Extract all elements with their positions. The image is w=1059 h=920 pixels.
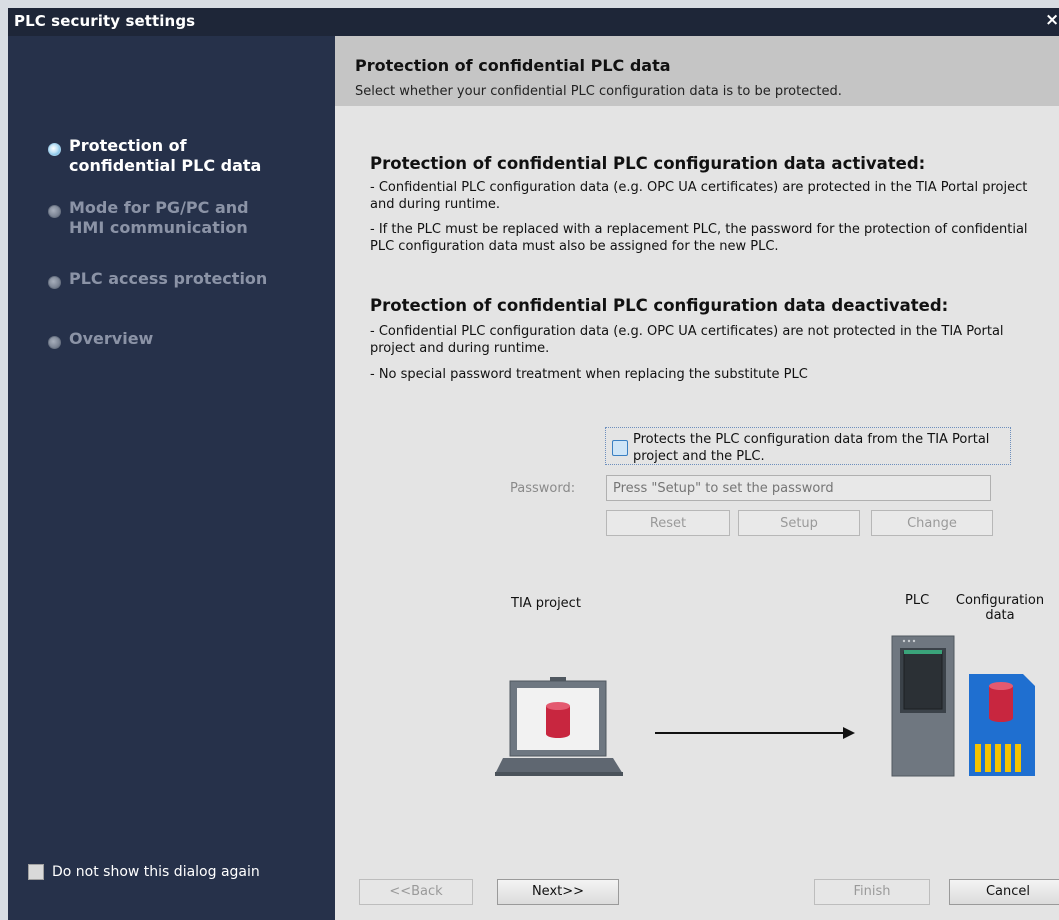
activated-text-2: - If the PLC must be replaced with a rep… (370, 222, 1028, 254)
dialog-title: PLC security settings (14, 12, 196, 30)
close-icon[interactable]: × (1045, 10, 1059, 34)
wizard-sidebar: Protection of confidential PLC data Mode… (8, 36, 335, 920)
sidebar-item-access-protection[interactable]: PLC access protection (48, 269, 289, 289)
page-header: Protection of confidential PLC data Sele… (335, 36, 1059, 106)
sidebar-item-label: Protection of confidential PLC data (69, 136, 262, 175)
finish-button[interactable]: Finish (814, 879, 930, 905)
plc-icon (891, 635, 955, 777)
change-button[interactable]: Change (871, 510, 993, 536)
plc-security-dialog: PLC security settings × Protection of co… (8, 8, 1059, 920)
deactivated-text-1: - Confidential PLC configuration data (e… (370, 324, 1004, 356)
reset-button[interactable]: Reset (606, 510, 730, 536)
deactivated-title: Protection of confidential PLC configura… (370, 296, 949, 315)
page-subtitle: Select whether your confidential PLC con… (355, 84, 842, 99)
sidebar-item-communication-mode[interactable]: Mode for PG/PC and HMI communication (48, 198, 289, 238)
activated-text-1: - Confidential PLC configuration data (e… (370, 180, 1028, 212)
content-pane: Protection of confidential PLC data Sele… (335, 36, 1059, 920)
next-button[interactable]: Next>> (497, 879, 619, 905)
sidebar-item-label: Overview (69, 329, 154, 348)
activated-title: Protection of confidential PLC configura… (370, 154, 926, 173)
configuration-data-label: Configuration data (955, 593, 1045, 623)
memory-card-icon (969, 674, 1035, 776)
step-active-icon (48, 143, 61, 156)
title-bar: PLC security settings × (8, 8, 1059, 36)
deactivated-text-2: - No special password treatment when rep… (370, 367, 808, 382)
protect-label: Protects the PLC configuration data from… (633, 432, 990, 464)
database-icon (546, 702, 570, 738)
step-inactive-icon (48, 336, 61, 349)
password-label: Password: (510, 481, 576, 496)
checkbox-box[interactable] (28, 864, 44, 880)
dont-show-again-label: Do not show this dialog again (52, 864, 260, 880)
setup-button[interactable]: Setup (738, 510, 860, 536)
sidebar-item-label: PLC access protection (69, 269, 268, 288)
sidebar-item-label: Mode for PG/PC and HMI communication (69, 198, 249, 237)
dont-show-again-checkbox[interactable]: Do not show this dialog again (28, 864, 260, 880)
password-field[interactable] (606, 475, 991, 501)
sidebar-item-overview[interactable]: Overview (48, 329, 289, 349)
data-flow-diagram (495, 635, 1035, 777)
page-title: Protection of confidential PLC data (355, 56, 671, 75)
cancel-button[interactable]: Cancel (949, 879, 1059, 905)
arrow-icon (655, 727, 855, 739)
tia-project-label: TIA project (511, 596, 581, 611)
step-inactive-icon (48, 205, 61, 218)
sidebar-item-confidential-data[interactable]: Protection of confidential PLC data (48, 136, 289, 176)
protect-checkbox[interactable] (612, 440, 628, 456)
plc-label: PLC (905, 593, 930, 608)
step-inactive-icon (48, 276, 61, 289)
laptop-icon (495, 677, 623, 776)
back-button[interactable]: <<Back (359, 879, 473, 905)
